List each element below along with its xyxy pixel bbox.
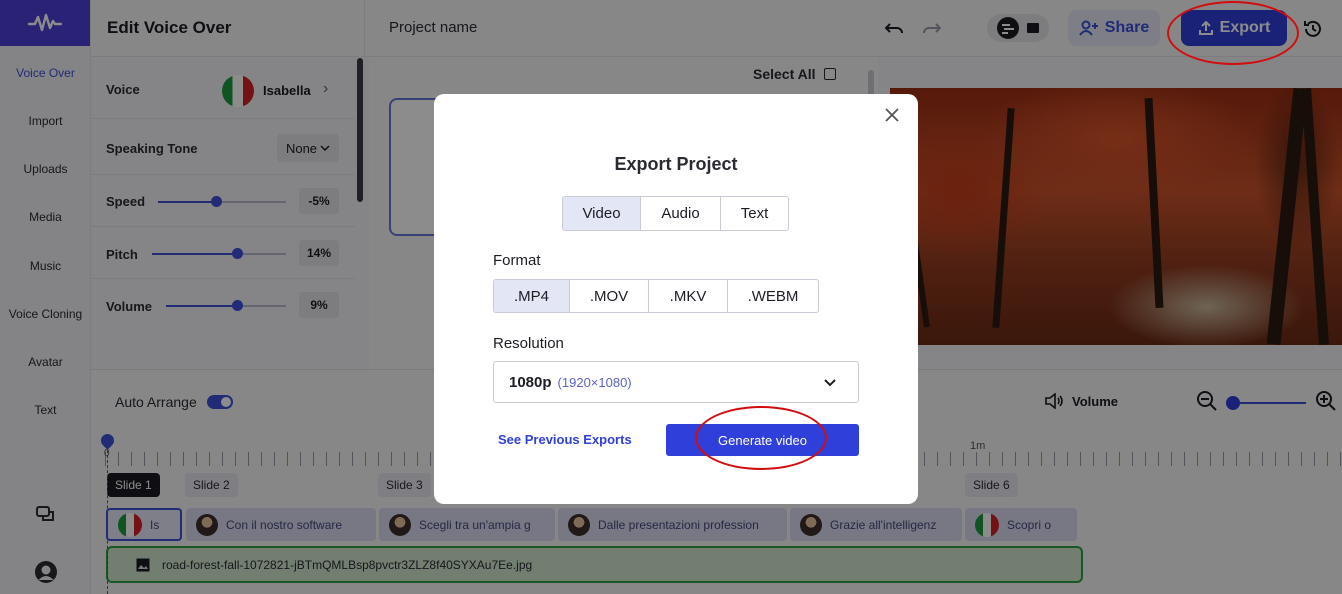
format-mkv[interactable]: .MKV — [649, 280, 728, 312]
resolution-label: Resolution — [493, 335, 564, 352]
format-webm[interactable]: .WEBM — [728, 280, 818, 312]
close-button[interactable] — [884, 106, 900, 129]
tab-video[interactable]: Video — [563, 197, 641, 230]
close-icon — [885, 108, 899, 122]
chevron-down-icon — [824, 379, 836, 387]
format-options: .MP4 .MOV .MKV .WEBM — [493, 279, 819, 313]
format-mov[interactable]: .MOV — [570, 280, 649, 312]
resolution-select[interactable]: 1080p (1920×1080) — [493, 361, 859, 403]
resolution-detail: (1920×1080) — [557, 374, 632, 390]
tab-text[interactable]: Text — [721, 197, 788, 230]
export-type-tabs: Video Audio Text — [562, 196, 789, 231]
modal-title: Export Project — [614, 154, 738, 174]
format-label: Format — [493, 252, 541, 269]
see-previous-exports-link[interactable]: See Previous Exports — [498, 432, 632, 447]
format-mp4[interactable]: .MP4 — [494, 280, 570, 312]
tab-audio[interactable]: Audio — [641, 197, 721, 230]
generate-video-button[interactable]: Generate video — [666, 424, 859, 456]
export-modal: Export Project Video Audio Text Format .… — [434, 94, 918, 504]
resolution-value: 1080p — [509, 373, 552, 391]
